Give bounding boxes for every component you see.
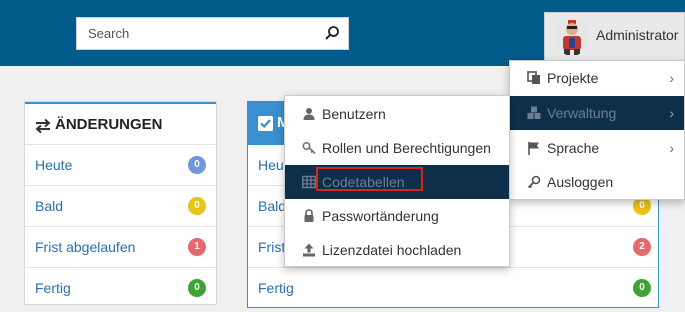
user-dropdown-menu: Projekte › Verwaltung › Sprache › Auslog… [509, 60, 685, 200]
count-badge: 0 [188, 156, 206, 174]
top-bar: Administrator [0, 0, 685, 66]
table-icon [302, 175, 316, 189]
count-badge: 0 [188, 197, 206, 215]
count-badge: 0 [633, 279, 651, 297]
upload-icon [303, 243, 315, 257]
avatar [555, 18, 589, 56]
submenu-item-rollen[interactable]: Rollen und Berechtigungen [285, 131, 509, 165]
row-label[interactable]: Bald [35, 198, 63, 214]
submenu-item-label: Lizenzdatei hochladen [322, 242, 462, 258]
row-label[interactable]: Bald [258, 198, 286, 214]
menu-item-verwaltung[interactable]: Verwaltung › [510, 96, 684, 130]
copy-icon [527, 71, 540, 84]
highlight-annotation [316, 167, 423, 191]
user-menu-toggle[interactable]: Administrator [544, 12, 685, 60]
changes-panel: ÄNDERUNGEN Heute 0 Bald 0 Frist abgelauf… [24, 101, 217, 305]
count-badge: 2 [633, 238, 651, 256]
changes-panel-header: ÄNDERUNGEN [25, 102, 216, 145]
list-item[interactable]: Heute 0 [25, 145, 216, 186]
changes-panel-title: ÄNDERUNGEN [55, 116, 163, 133]
user-icon [303, 108, 315, 120]
key-icon [302, 141, 316, 155]
submenu-item-label: Rollen und Berechtigungen [322, 140, 491, 156]
lock-icon [304, 209, 314, 222]
row-label[interactable]: Heute [35, 157, 72, 173]
submenu-item-lizenzdatei[interactable]: Lizenzdatei hochladen [285, 233, 509, 267]
menu-item-sprache[interactable]: Sprache › [510, 131, 684, 165]
chevron-right-icon: › [669, 140, 674, 156]
search-input[interactable] [77, 18, 317, 49]
key-icon [527, 175, 541, 189]
menu-item-label: Sprache [547, 140, 600, 156]
count-badge: 1 [188, 238, 206, 256]
submenu-item-passwortaenderung[interactable]: Passwortänderung [285, 199, 509, 233]
menu-item-label: Projekte [547, 70, 599, 86]
submenu-item-label: Passwortänderung [322, 208, 439, 224]
row-label[interactable]: Fertig [35, 280, 71, 296]
checkbox-icon [258, 116, 273, 131]
list-item[interactable]: Frist abgelaufen 1 [25, 227, 216, 268]
user-name: Administrator [596, 27, 679, 43]
list-item[interactable]: Bald 0 [25, 186, 216, 227]
submenu-item-benutzern[interactable]: Benutzern [285, 97, 509, 131]
list-item[interactable]: Fertig 0 [248, 268, 658, 309]
chevron-right-icon: › [669, 70, 674, 86]
count-badge: 0 [188, 279, 206, 297]
swap-arrows-icon [35, 118, 51, 134]
cubes-icon [527, 106, 541, 119]
submenu-item-label: Benutzern [322, 106, 386, 122]
menu-item-projekte[interactable]: Projekte › [510, 61, 684, 95]
menu-item-label: Verwaltung [547, 105, 617, 121]
menu-item-ausloggen[interactable]: Ausloggen [510, 165, 684, 199]
search-icon[interactable] [324, 25, 340, 41]
search-box[interactable] [76, 17, 349, 50]
list-item[interactable]: Fertig 0 [25, 268, 216, 309]
flag-icon [528, 142, 539, 155]
row-label[interactable]: Frist abgelaufen [35, 239, 135, 255]
menu-item-label: Ausloggen [547, 174, 614, 190]
row-label[interactable]: Fertig [258, 280, 294, 296]
chevron-right-icon: › [669, 105, 674, 121]
